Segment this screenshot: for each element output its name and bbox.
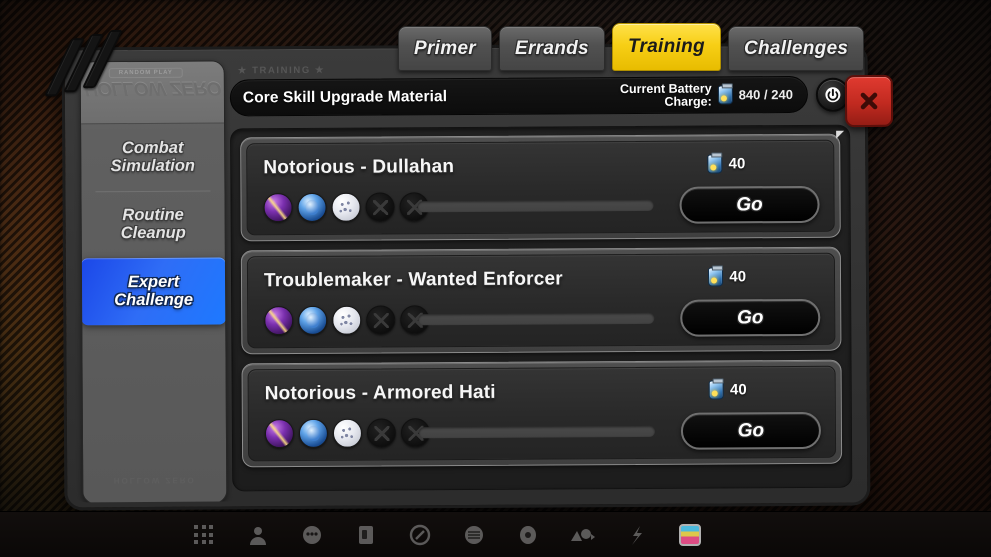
quest-icon[interactable] [406, 521, 433, 548]
header-row: Core Skill Upgrade Material Current Batt… [229, 75, 854, 117]
training-window: RANDOM PLAY HOLLOW ZERO Combat Simulatio… [61, 42, 871, 511]
mission-title: Notorious - Dullahan [263, 156, 455, 179]
reward-slot-white[interactable] [332, 418, 363, 448]
mission-list-panel[interactable]: Notorious - Dullahan 40 Go Troublemaker … [230, 124, 853, 492]
mission-title: Notorious - Armored Hati [264, 381, 496, 405]
battery-charge-label: Current Battery Charge: [619, 80, 712, 109]
tab-primer[interactable]: Primer [398, 26, 493, 71]
close-button[interactable] [844, 74, 894, 128]
mission-cost-value: 40 [729, 381, 747, 399]
go-button[interactable]: Go [680, 411, 822, 450]
reward-slots [263, 192, 429, 223]
character-icon[interactable] [244, 521, 271, 548]
page-title: Core Skill Upgrade Material [242, 87, 448, 106]
battery-icon [708, 380, 725, 400]
mission-card[interactable]: Notorious - Dullahan 40 Go [240, 133, 841, 242]
grid-menu-icon[interactable] [190, 521, 217, 548]
reward-slot-blue[interactable] [298, 418, 329, 449]
mission-cost-value: 40 [729, 268, 747, 286]
gallery-icon[interactable] [676, 521, 703, 548]
progress-bar [418, 312, 655, 326]
mission-cost: 40 [707, 154, 746, 174]
content-area: ★ TRAINING ★ Core Skill Upgrade Material… [229, 57, 857, 496]
progress-bar [417, 199, 654, 213]
reward-slot-white[interactable] [331, 192, 361, 222]
sidebar-item-routine-cleanup[interactable]: Routine Cleanup [81, 190, 224, 258]
go-button[interactable]: Go [680, 298, 821, 337]
mission-cost: 40 [708, 267, 747, 287]
progress-bar [418, 425, 655, 439]
mission-title: Troublemaker - Wanted Enforcer [263, 268, 563, 292]
reward-slot-blue[interactable] [297, 192, 327, 223]
reward-slot-purple[interactable] [263, 193, 293, 223]
mission-card[interactable]: Troublemaker - Wanted Enforcer 40 Go [240, 246, 842, 355]
mail-icon[interactable] [514, 521, 541, 548]
agents-icon[interactable] [298, 521, 325, 548]
mission-cost: 40 [708, 380, 747, 400]
reward-slots [264, 305, 430, 336]
mission-cost-value: 40 [728, 155, 746, 173]
scroll-marker-icon [836, 130, 845, 139]
reward-slot-empty [366, 418, 397, 448]
reward-slot-purple[interactable] [264, 306, 294, 336]
shop-icon[interactable] [460, 521, 487, 548]
reward-slots [264, 418, 431, 449]
mission-card[interactable]: Notorious - Armored Hati 40 Go [241, 359, 843, 468]
go-button[interactable]: Go [679, 185, 820, 224]
tab-training[interactable]: Training [611, 23, 721, 71]
tab-errands[interactable]: Errands [499, 26, 605, 71]
battery-icon [708, 267, 724, 287]
tab-challenges[interactable]: Challenges [727, 26, 865, 71]
sidebar-item-expert-challenge[interactable]: Expert Challenge [80, 257, 227, 326]
reward-slot-white[interactable] [332, 305, 362, 335]
reward-slot-blue[interactable] [298, 305, 328, 336]
sidebar-footer-text: HOLLOW ZERO [113, 475, 196, 486]
battery-charge-value: 840 / 240 [738, 86, 793, 103]
events-icon[interactable] [568, 521, 595, 548]
tab-bar: Primer Errands Training Challenges [398, 23, 865, 71]
taskbar [0, 511, 991, 557]
reward-slot-empty [365, 192, 395, 222]
sidebar: RANDOM PLAY HOLLOW ZERO Combat Simulatio… [79, 60, 228, 503]
battery-icon [717, 85, 733, 105]
reward-slot-empty [366, 305, 396, 335]
inventory-icon[interactable] [352, 521, 379, 548]
header-bar: Core Skill Upgrade Material Current Batt… [229, 75, 809, 117]
reward-slot-purple[interactable] [264, 419, 295, 449]
settings-icon[interactable] [622, 521, 649, 548]
battery-icon [707, 154, 723, 174]
battery-charge: Current Battery Charge: 840 / 240 [620, 81, 793, 108]
clip-decoration [44, 29, 148, 97]
close-icon [860, 92, 878, 110]
power-icon [825, 86, 841, 102]
sidebar-item-combat-simulation[interactable]: Combat Simulation [81, 123, 224, 191]
